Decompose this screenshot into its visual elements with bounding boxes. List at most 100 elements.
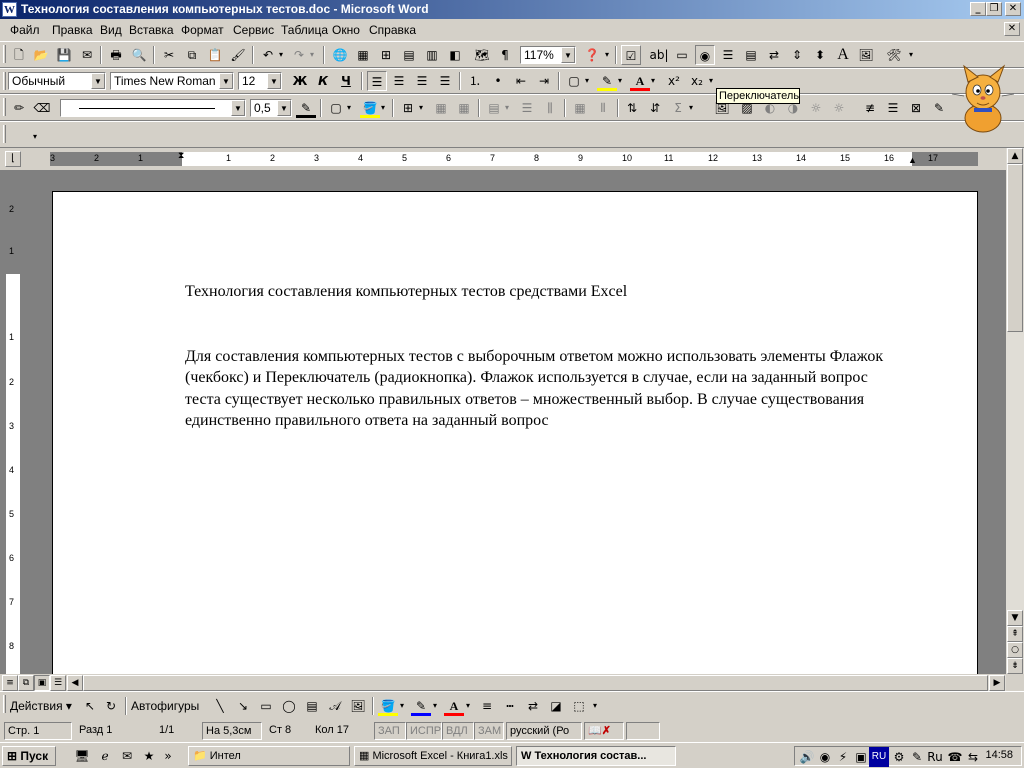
tray-app-icon[interactable]: ✎ (907, 747, 927, 767)
decrease-indent-icon[interactable]: ⇤ (511, 71, 531, 91)
justify-icon[interactable]: ☰ (435, 71, 455, 91)
status-extend[interactable]: ВДЛ (442, 722, 474, 740)
scroll-left-icon[interactable]: ◀ (67, 675, 83, 691)
border-color-icon[interactable]: ✎ (296, 98, 316, 118)
brightness-down-icon[interactable]: ☼ (829, 98, 849, 118)
align-left-icon[interactable]: ☰ (367, 71, 387, 91)
subscript-icon[interactable]: x₂ (687, 71, 707, 91)
align-top-icon[interactable]: ▤ (484, 98, 504, 118)
more-controls-icon[interactable]: 🛠 (884, 45, 904, 65)
horizontal-ruler[interactable]: 3 2 1 1 2 3 4 5 6 7 8 9 10 11 12 13 14 1… (50, 150, 978, 166)
next-page-icon[interactable]: ⇟ (1007, 658, 1023, 674)
line-color-dropdown-icon[interactable]: ▾ (430, 696, 440, 716)
tray-app-icon[interactable]: ◉ (815, 747, 835, 767)
normal-view-icon[interactable]: ≡ (2, 675, 18, 691)
keyboard-layout-indicator[interactable]: RU (869, 747, 889, 767)
vertical-scroll-thumb[interactable] (1007, 164, 1023, 332)
menu-format[interactable]: Формат (181, 23, 224, 37)
save-icon[interactable]: 💾 (54, 45, 74, 65)
indent-marker-icon[interactable]: ⧗ (178, 150, 184, 161)
toolbar-grip[interactable] (3, 72, 6, 90)
status-track-changes[interactable]: ИСПР (406, 722, 442, 740)
insert-table-icon[interactable]: ⊞ (398, 98, 418, 118)
align-right-icon[interactable]: ☰ (412, 71, 432, 91)
line-style-icon[interactable]: ≡ (477, 696, 497, 716)
shading-dropdown-icon[interactable]: ▾ (378, 98, 388, 118)
open-folder-icon[interactable]: 📂 (31, 45, 51, 65)
cut-icon[interactable]: ✂ (159, 45, 179, 65)
insert-table-icon[interactable]: ⊞ (376, 45, 396, 65)
line-style-select[interactable]: ▼ (60, 99, 246, 117)
undo-dropdown-icon[interactable]: ▾ (276, 45, 286, 65)
rectangle-tool-icon[interactable]: ▭ (256, 696, 276, 716)
line-weight-select[interactable]: 0,5 ▼ (250, 99, 292, 117)
menu-view[interactable]: Вид (100, 23, 122, 37)
listbox-control-icon[interactable]: ☰ (718, 45, 738, 65)
print-layout-icon[interactable]: ▣ (34, 675, 50, 691)
scroll-up-icon[interactable]: ▲ (1007, 148, 1023, 164)
redo-icon[interactable]: ↷ (289, 45, 309, 65)
toolbar-options-icon[interactable]: ▾ (30, 127, 40, 147)
internet-explorer-icon[interactable]: ℯ (95, 746, 115, 766)
zoom-select[interactable]: 117% ▼ (520, 46, 576, 64)
chevron-down-icon[interactable]: ▼ (231, 100, 245, 116)
print-preview-icon[interactable]: 🔍 (129, 45, 149, 65)
merge-cells-icon[interactable]: ▦ (431, 98, 451, 118)
previous-page-icon[interactable]: ⇞ (1007, 626, 1023, 642)
draw-table-pencil-icon[interactable]: ✏ (9, 98, 29, 118)
border-dropdown-icon[interactable]: ▾ (344, 98, 354, 118)
style-select[interactable]: Обычный ▼ (8, 72, 106, 90)
show-hide-pilcrow-icon[interactable]: ¶ (495, 45, 515, 65)
vertical-ruler[interactable]: 2 1 1 2 3 4 5 6 7 8 (6, 184, 20, 674)
horizontal-scroll-thumb[interactable] (83, 675, 988, 691)
status-record-macro[interactable]: ЗАП (374, 722, 406, 740)
text-direction-icon[interactable]: ⫴ (593, 98, 613, 118)
autosum-icon[interactable]: Σ (668, 98, 688, 118)
toolbar-grip[interactable] (3, 125, 6, 143)
bold-button[interactable]: Ж (290, 71, 310, 91)
chevron-down-icon[interactable]: ▼ (561, 47, 575, 63)
restore-button[interactable]: ❐ (986, 2, 1002, 16)
document-close-button[interactable]: ✕ (1004, 22, 1020, 36)
close-button[interactable]: ✕ (1005, 2, 1021, 16)
shadow-icon[interactable]: ◪ (546, 696, 566, 716)
spelling-status-icon[interactable]: 📖✗ (584, 722, 624, 740)
web-layout-icon[interactable]: ⧉ (18, 675, 34, 691)
fill-color-dropdown-icon[interactable]: ▾ (397, 696, 407, 716)
horizontal-scrollbar[interactable]: ◀ ▶ (67, 675, 1006, 691)
status-overtype[interactable]: ЗАМ (474, 722, 504, 740)
tab-selector-icon[interactable]: ⌊ (5, 151, 21, 167)
sort-descending-icon[interactable]: ⇵ (645, 98, 665, 118)
menu-file[interactable]: Файл (10, 23, 40, 37)
borders-dropdown-icon[interactable]: ▾ (582, 71, 592, 91)
toolbar-grip[interactable] (3, 695, 6, 713)
scroll-down-icon[interactable]: ▼ (1007, 610, 1023, 626)
toolbar-options-icon[interactable]: ▾ (906, 45, 916, 65)
minimize-button[interactable]: _ (970, 2, 986, 16)
textbox-control-icon[interactable]: ab| (649, 45, 669, 65)
toolbar-options-icon[interactable]: ▾ (686, 98, 696, 118)
start-button[interactable]: ⊞ Пуск (2, 746, 56, 766)
italic-button[interactable]: К (313, 71, 333, 91)
font-size-select[interactable]: 12 ▼ (238, 72, 282, 90)
status-page[interactable]: Стр. 1 (4, 722, 72, 740)
arrow-tool-icon[interactable]: ↘ (233, 696, 253, 716)
clipart-icon[interactable]: 🖼 (348, 696, 368, 716)
autoshapes-menu-button[interactable]: Автофигуры ▾ (131, 696, 207, 733)
align-dropdown-icon[interactable]: ▾ (502, 98, 512, 118)
spin-button-icon[interactable]: ⇕ (787, 45, 807, 65)
arrow-style-icon[interactable]: ⇄ (523, 696, 543, 716)
format-painter-icon[interactable]: 🖌 (228, 45, 248, 65)
hyperlink-icon[interactable]: 🌐 (330, 45, 350, 65)
fill-color-icon[interactable]: 🪣 (378, 696, 398, 716)
toolbar-grip[interactable] (3, 45, 6, 63)
toolbar-grip[interactable] (3, 98, 6, 116)
menu-table[interactable]: Таблица (281, 23, 328, 37)
font-color-dropdown-icon[interactable]: ▾ (648, 71, 658, 91)
title-bar[interactable]: W Технология составления компьютерных те… (0, 0, 1024, 19)
word-app-icon[interactable]: W (2, 2, 17, 17)
right-indent-marker-icon[interactable]: ▲ (908, 155, 917, 165)
distribute-columns-icon[interactable]: ⫼ (540, 98, 560, 118)
toggle-button-icon[interactable]: ⇄ (764, 45, 784, 65)
underline-button[interactable]: Ч (336, 71, 356, 91)
